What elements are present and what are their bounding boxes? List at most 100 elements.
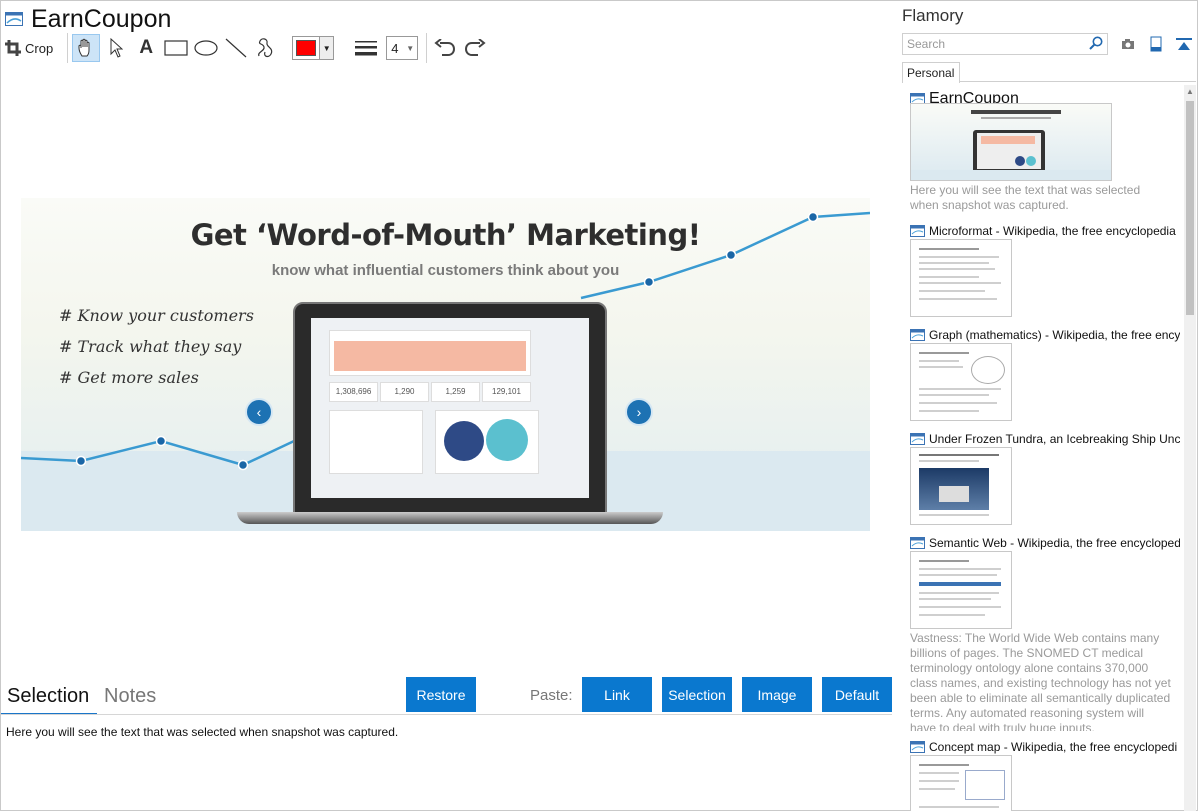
tab-personal[interactable]: Personal [902,62,960,83]
crop-label: Crop [25,40,54,56]
toolbar-divider [67,33,69,63]
list-item[interactable]: EarnCoupon Here you will see the text th… [910,89,1180,212]
paste-label: Paste: [530,687,573,704]
tab-selection[interactable]: Selection [7,685,89,708]
text-icon: A [139,37,154,58]
app-window: EarnCoupon Crop A ▼ 4 ▼ Get ‘Word-of-Mou… [0,0,1198,811]
search-icon[interactable] [1089,36,1103,50]
laptop-illustration: 1,308,696 1,290 1,259 129,101 [293,302,607,514]
line-tool-button[interactable] [222,34,250,62]
chevron-up-icon[interactable]: ▲ [1186,87,1194,96]
flamory-panel: Flamory Search Personal EarnCoupon Here … [898,1,1198,811]
toolbar-divider [426,33,428,63]
carousel-next-button[interactable]: › [625,398,653,426]
list-item-description: Vastness: The World Wide Web contains ma… [910,631,1171,731]
ellipse-tool-button[interactable] [192,34,220,62]
list-item[interactable]: Under Frozen Tundra, an Icebreaking Ship… [910,431,1180,525]
annotation-toolbar: Crop A ▼ 4 ▼ [5,33,491,63]
hand-icon [78,38,90,57]
dashboard-stats: 1,308,696 1,290 1,259 129,101 [329,382,531,402]
list-item-thumbnail [910,551,1012,629]
list-item-thumbnail [910,103,1112,181]
list-item-title: Concept map - Wikipedia, the free encycl… [929,740,1178,754]
list-item-title: Graph (mathematics) - Wikipedia, the fre… [929,328,1180,342]
color-swatch [296,40,317,56]
undo-button[interactable] [431,34,459,62]
freehand-tool-button[interactable] [252,34,280,62]
list-item[interactable]: Concept map - Wikipedia, the free encycl… [910,739,1180,811]
chevron-right-icon: › [636,404,642,420]
page-icon [910,741,925,753]
list-item-thumbnail [910,755,1012,811]
paste-selection-button[interactable]: Selection [662,677,732,712]
page-icon [910,433,925,445]
bullet-item: # Track what they say [59,337,242,356]
snapshot-image[interactable]: Get ‘Word-of-Mouth’ Marketing! know what… [21,198,870,531]
bullet-item: # Know your customers [59,306,254,325]
dashboard-table [329,410,423,474]
document-icon[interactable] [1148,35,1164,53]
list-item[interactable]: Graph (mathematics) - Wikipedia, the fre… [910,327,1180,421]
stat-box: 1,308,696 [329,382,378,402]
page-icon [910,537,925,549]
list-item-thumbnail [910,447,1012,525]
flamory-title: Flamory [902,6,964,25]
scrollbar[interactable]: ▲ [1184,85,1196,811]
chevron-left-icon: ‹ [256,404,262,420]
divider [1,714,892,715]
list-item[interactable]: Microformat - Wikipedia, the free encycl… [910,223,1180,317]
selection-text[interactable]: Here you will see the text that was sele… [6,725,398,739]
line-icon [225,38,247,58]
banner-headline: Get ‘Word-of-Mouth’ Marketing! [190,218,701,252]
stat-box: 1,290 [380,382,429,402]
list-item-title: Under Frozen Tundra, an Icebreaking Ship… [929,432,1180,446]
list-item[interactable]: Semantic Web - Wikipedia, the free encyc… [910,535,1180,731]
list-item-title: Microformat - Wikipedia, the free encycl… [929,224,1176,238]
redo-button[interactable] [461,34,489,62]
pointer-tool-button[interactable] [102,34,130,62]
paste-image-button[interactable]: Image [742,677,812,712]
camera-icon[interactable] [1120,35,1136,53]
pointer-icon [110,38,124,58]
line-width-icon [352,34,380,62]
undo-icon [434,39,456,56]
stat-box: 129,101 [482,382,531,402]
text-tool-button[interactable]: A [132,34,160,62]
laptop-base [237,512,663,524]
search-input[interactable]: Search [902,33,1108,55]
rectangle-icon [164,40,188,56]
snapshot-viewer: EarnCoupon Crop A ▼ 4 ▼ Get ‘Word-of-Mou… [1,1,896,811]
snapshot-list: EarnCoupon Here you will see the text th… [898,85,1184,811]
list-item-description: Here you will see the text that was sele… [910,183,1141,212]
paste-link-button[interactable]: Link [582,677,652,712]
twitter-circle [486,419,528,461]
dashboard-social [435,410,539,474]
paste-default-button[interactable]: Default [822,677,892,712]
carousel-prev-button[interactable]: ‹ [245,398,273,426]
color-picker[interactable]: ▼ [292,36,335,60]
banner-subheadline: know what influential customers think ab… [271,262,620,279]
page-icon [5,12,23,26]
scrollbar-thumb[interactable] [1186,101,1194,315]
hand-tool-button[interactable] [72,34,101,62]
crop-button[interactable]: Crop [5,34,61,62]
chevron-down-icon[interactable]: ▼ [319,37,334,59]
page-icon [910,329,925,341]
crop-icon [5,40,21,56]
page-title: EarnCoupon [31,4,172,33]
collapse-top-icon[interactable] [1176,35,1192,53]
redo-icon [465,39,486,56]
line-width-select[interactable]: 4 ▼ [386,36,419,60]
search-placeholder: Search [907,37,946,51]
restore-button[interactable]: Restore [406,677,476,712]
rectangle-tool-button[interactable] [162,34,190,62]
dashboard-chart-fill [334,341,526,371]
tab-notes[interactable]: Notes [104,685,156,708]
chevron-down-icon: ▼ [406,43,415,53]
list-item-thumbnail [910,343,1012,421]
bullet-item: # Get more sales [59,368,199,387]
stat-box: 1,259 [431,382,480,402]
page-icon [910,225,925,237]
banner-bullets: # Know your customers # Track what they … [59,306,254,399]
dashboard-chart [329,330,531,376]
